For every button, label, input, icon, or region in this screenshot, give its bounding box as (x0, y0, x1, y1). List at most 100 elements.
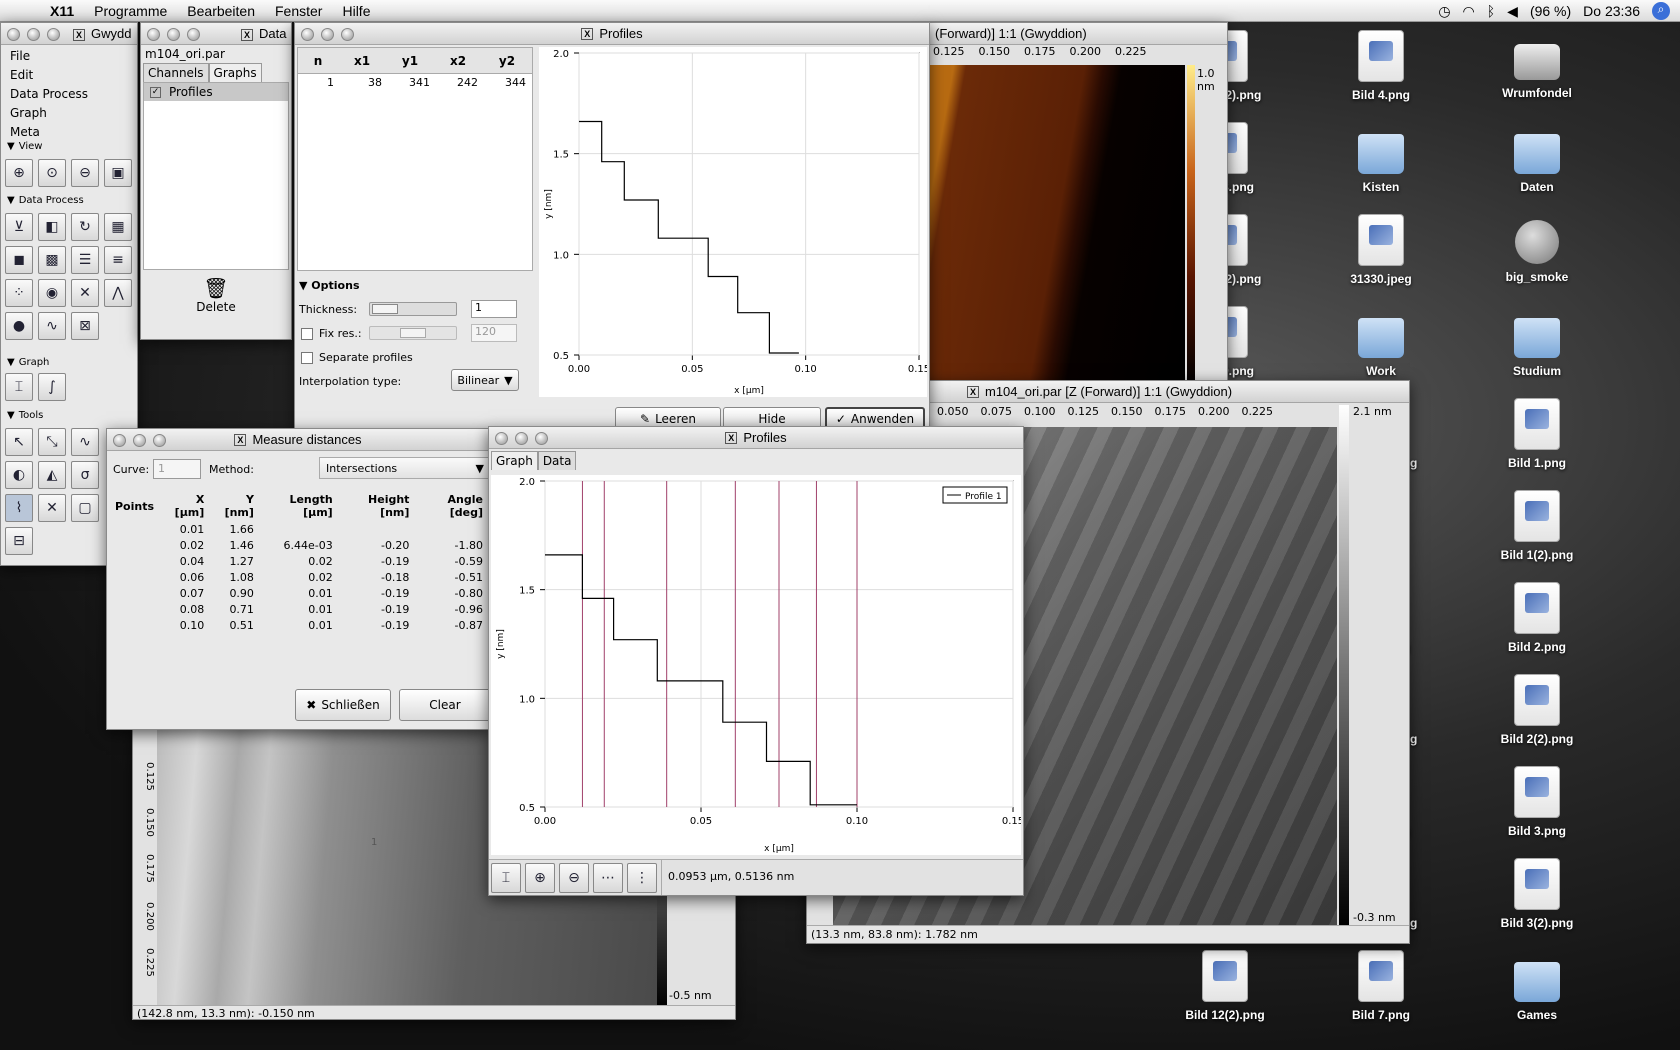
curve-spin[interactable]: 1 (153, 459, 201, 479)
section-graph[interactable]: ▼ Graph (1, 357, 49, 368)
zoom-icon[interactable] (187, 28, 200, 41)
rotate-icon[interactable]: ↻ (71, 213, 99, 241)
graph-pointer-icon[interactable]: ⌶ (491, 863, 521, 893)
x-log-icon[interactable]: ⋯ (593, 863, 623, 893)
desktop-icon[interactable]: Bild 3.png (1472, 766, 1602, 838)
tab-graph[interactable]: Graph (491, 451, 538, 470)
clock[interactable]: Do 23:36 (1583, 3, 1640, 19)
desktop-icon[interactable]: Bild 1.png (1472, 398, 1602, 470)
graph-measure-icon[interactable]: ⌶ (5, 373, 33, 401)
section-data-process[interactable]: ▼ Data Process (1, 195, 84, 206)
wifi-icon[interactable]: ◠ (1463, 3, 1475, 20)
desktop-icon[interactable]: Bild 2(2).png (1472, 674, 1602, 746)
close-icon[interactable] (147, 28, 160, 41)
table-row[interactable]: 0.02 1.46 6.44e-03 -0.20 -1.80 (109, 537, 489, 553)
filter-icon[interactable]: ◭ (38, 461, 66, 489)
sphere-icon[interactable]: ● (5, 312, 33, 340)
spectrum-icon[interactable]: ⋀ (104, 279, 132, 307)
profile-icon[interactable]: ∿ (71, 428, 99, 456)
image-titlebar[interactable]: (Forward)] 1:1 (Gwyddion) (929, 23, 1227, 45)
y-log-icon[interactable]: ⋮ (627, 863, 657, 893)
desktop-icon[interactable]: Daten (1472, 122, 1602, 194)
desktop-icon[interactable]: 31330.jpeg (1316, 214, 1446, 286)
statistics-icon[interactable]: σ (71, 461, 99, 489)
slider-thumb[interactable] (372, 304, 398, 314)
fixres-slider[interactable] (369, 326, 457, 340)
level-icon[interactable]: ⊻ (5, 213, 33, 241)
desktop-icon[interactable]: Studium (1472, 306, 1602, 378)
menu-bearbeiten[interactable]: Bearbeiten (177, 3, 265, 19)
desktop-icon[interactable]: Games (1472, 950, 1602, 1022)
menu-edit[interactable]: Edit (10, 66, 137, 85)
color-range-icon[interactable]: ◐ (5, 461, 33, 489)
desktop-icon[interactable]: Bild 4.png (1316, 30, 1446, 102)
texture-icon[interactable]: ▩ (38, 246, 66, 274)
minimize-icon[interactable] (321, 28, 334, 41)
menu-programme[interactable]: Programme (84, 3, 177, 19)
shade-icon[interactable]: ◼ (5, 246, 33, 274)
align-rows-icon[interactable]: ≡ (104, 246, 132, 274)
profile-chart-tool[interactable]: 0.00 0.05 0.10 0.15 0.5 1.0 1.5 2.0 x [µm] y [nm] (539, 47, 927, 397)
tab-data[interactable]: Data (537, 451, 577, 470)
close-icon[interactable] (301, 28, 314, 41)
table-row[interactable]: 0.07 0.90 0.01 -0.19 -0.80 (109, 585, 489, 601)
fixres-spin[interactable]: 120 (471, 324, 517, 342)
zoom-icon[interactable] (535, 432, 548, 445)
schliessen-button[interactable]: ✖ Schließen (295, 689, 391, 721)
remove-spots-icon[interactable]: ✕ (38, 494, 66, 522)
desktop-icon[interactable]: Bild 12(2).png (1160, 950, 1290, 1022)
desktop-icon[interactable]: Bild 1(2).png (1472, 490, 1602, 562)
zoom-icon[interactable] (153, 434, 166, 447)
curve-icon[interactable]: ∿ (38, 312, 66, 340)
desktop-icon[interactable]: Bild 2.png (1472, 582, 1602, 654)
table-row[interactable]: 0.08 0.71 0.01 -0.19 -0.96 (109, 601, 489, 617)
menu-graph[interactable]: Graph (10, 104, 137, 123)
separate-checkbox[interactable] (301, 352, 313, 364)
tab-channels[interactable]: Channels (143, 63, 209, 82)
desktop-icon[interactable]: Wrumfondel (1472, 30, 1602, 100)
battery-status[interactable]: (96 %) (1530, 3, 1571, 19)
menu-fenster[interactable]: Fenster (265, 3, 332, 19)
graph-zoom-in-icon[interactable]: ⊕ (525, 863, 555, 893)
drop-icon[interactable]: ◉ (38, 279, 66, 307)
zoom-icon[interactable] (47, 28, 60, 41)
options-expander[interactable]: ▼ Options (299, 279, 360, 292)
table-row[interactable]: 0.01 1.66 (109, 521, 489, 537)
grains-icon[interactable]: ⁘ (5, 279, 33, 307)
table-row[interactable]: 0.10 0.51 0.01 -0.19 -0.87 (109, 617, 489, 633)
zoom-out-icon[interactable]: ⊖ (71, 159, 99, 187)
spots-icon[interactable]: ✕ (71, 279, 99, 307)
interpolation-select[interactable]: Bilinear ▼ (451, 369, 519, 391)
close-icon[interactable] (7, 28, 20, 41)
mask-icon[interactable]: ⊠ (71, 312, 99, 340)
table-row[interactable]: 0.04 1.27 0.02 -0.19 -0.59 (109, 553, 489, 569)
grid-icon[interactable]: ▦ (104, 213, 132, 241)
app-menu[interactable]: X11 (40, 3, 84, 19)
mask-editor-icon[interactable]: ⊟ (5, 527, 33, 555)
minimize-icon[interactable] (515, 432, 528, 445)
crop-icon[interactable]: ◧ (38, 213, 66, 241)
desktop-icon[interactable]: Bild 7.png (1316, 950, 1446, 1022)
volume-icon[interactable]: ◀ (1507, 3, 1518, 20)
desktop-icon[interactable]: big_smoke (1472, 214, 1602, 284)
3d-view-icon[interactable]: ▣ (104, 159, 132, 187)
profile-chart-main[interactable]: 0.00 0.05 0.10 0.15 0.5 1.0 1.5 2.0 Profile 1 x [… (491, 475, 1021, 855)
tab-graphs[interactable]: Graphs (208, 63, 262, 82)
close-icon[interactable] (495, 432, 508, 445)
clear-button[interactable]: Clear (399, 689, 489, 721)
thickness-slider[interactable] (369, 302, 457, 316)
pointer-icon[interactable]: ↖ (5, 428, 33, 456)
profile-marker[interactable]: 1 (371, 837, 377, 848)
slider-thumb[interactable] (400, 328, 426, 338)
list-item[interactable]: ✓ Profiles (144, 83, 288, 101)
distance-icon[interactable]: ⤡ (38, 428, 66, 456)
zoom-1to1-icon[interactable]: ⊙ (38, 159, 66, 187)
thickness-spin[interactable]: 1 (471, 300, 517, 318)
section-tools[interactable]: ▼ Tools (1, 410, 43, 421)
timemachine-icon[interactable]: ◷ (1438, 3, 1450, 20)
table-row[interactable]: 0.06 1.08 0.02 -0.18 -0.51 (109, 569, 489, 585)
menu-file[interactable]: File (10, 47, 137, 66)
lines-icon[interactable]: ☰ (71, 246, 99, 274)
minimize-icon[interactable] (133, 434, 146, 447)
profiles-tool-icon[interactable]: ⌇ (5, 494, 33, 522)
